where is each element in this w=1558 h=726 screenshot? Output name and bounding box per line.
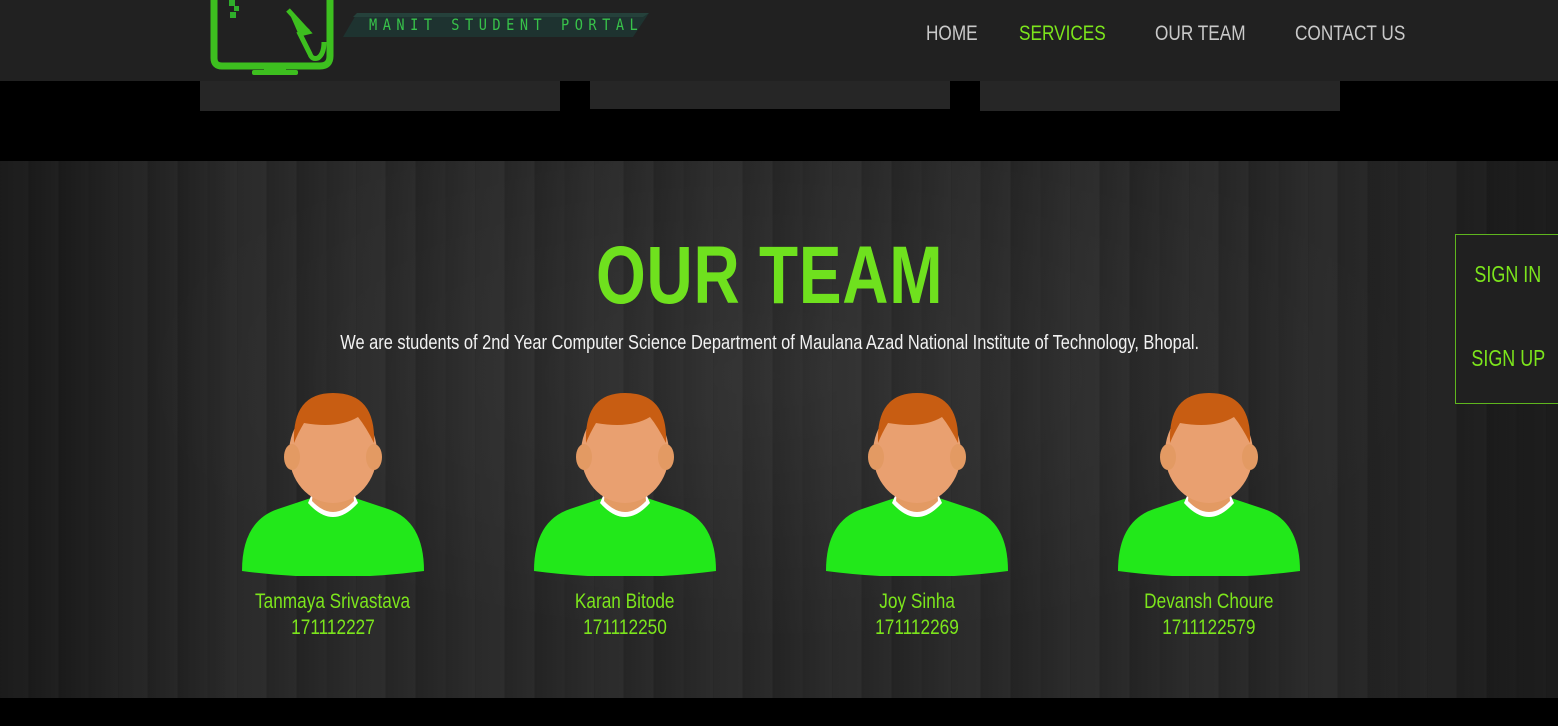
brand-banner: MANIT STUDENT PORTAL <box>343 13 649 37</box>
member-name: Joy Sinha <box>879 590 955 613</box>
member-roll-number: 171112227 <box>291 616 375 639</box>
nav-our-team[interactable]: OUR TEAM <box>1155 19 1246 49</box>
team-member: Karan Bitode 171112250 <box>525 381 725 641</box>
member-roll-number: 1711122579 <box>1162 616 1256 639</box>
nav-contact-us[interactable]: CONTACT US <box>1295 19 1405 49</box>
team-subtitle: We are students of 2nd Year Computer Sci… <box>340 332 1200 354</box>
sign-in-link[interactable]: SIGN IN <box>1456 261 1558 288</box>
member-name: Devansh Choure <box>1144 590 1274 613</box>
logo[interactable] <box>200 0 350 81</box>
user-avatar-icon <box>534 393 716 576</box>
user-avatar-icon <box>826 393 1008 576</box>
team-member: Tanmaya Srivastava 171112227 <box>233 381 433 641</box>
auth-panel: SIGN IN SIGN UP <box>1455 234 1558 404</box>
team-section: OUR TEAM We are students of 2nd Year Com… <box>0 161 1558 698</box>
nav-services[interactable]: SERVICES <box>1019 19 1106 49</box>
monitor-cursor-logo-icon <box>210 0 334 75</box>
service-card <box>980 81 1340 111</box>
sign-up-link[interactable]: SIGN UP <box>1456 345 1558 372</box>
user-avatar-icon <box>1118 393 1300 576</box>
member-roll-number: 171112250 <box>583 616 667 639</box>
bottom-strip <box>0 698 1558 726</box>
service-card <box>200 81 560 111</box>
team-title: OUR TEAM <box>596 230 944 321</box>
site-header: MANIT STUDENT PORTAL HOME SERVICES OUR T… <box>0 0 1558 81</box>
team-member: Joy Sinha 171112269 <box>817 381 1017 641</box>
user-avatar-icon <box>242 393 424 576</box>
member-roll-number: 171112269 <box>875 616 959 639</box>
member-name: Karan Bitode <box>575 590 675 613</box>
member-name: Tanmaya Srivastava <box>255 590 411 613</box>
page: MANIT STUDENT PORTAL HOME SERVICES OUR T… <box>0 0 1558 726</box>
team-member: Devansh Choure 1711122579 <box>1109 381 1309 641</box>
nav-home[interactable]: HOME <box>926 19 978 49</box>
main-nav: HOME SERVICES OUR TEAM CONTACT US <box>926 19 1460 49</box>
service-card <box>590 81 950 109</box>
brand-title: MANIT STUDENT PORTAL <box>369 15 644 34</box>
